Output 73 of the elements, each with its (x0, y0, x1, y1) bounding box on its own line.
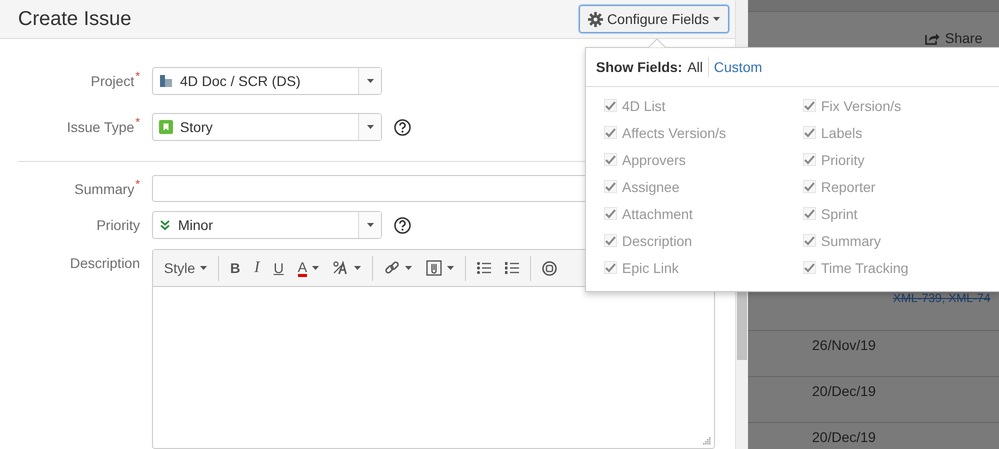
select-field[interactable]: Minor (152, 211, 382, 239)
checkbox-label: Fix Version/s (821, 98, 902, 114)
story-icon (159, 120, 173, 134)
caret-icon (366, 125, 374, 129)
checkbox-label: Labels (821, 124, 862, 140)
caret-icon (366, 223, 374, 227)
checkbox[interactable] (604, 126, 617, 139)
checkbox[interactable] (604, 153, 617, 166)
field-label: Project (90, 73, 134, 89)
option-link[interactable]: Custom (714, 59, 762, 75)
checkbox-label: Affects Version/s (622, 124, 726, 140)
share-icon (925, 32, 940, 44)
checkbox-label: Time Tracking (821, 260, 908, 276)
field-label: Summary (74, 180, 134, 196)
select-value: Story (180, 119, 213, 135)
checkbox[interactable] (604, 180, 617, 193)
select-value: Minor (178, 217, 214, 233)
caret-icon (366, 79, 374, 83)
share-button[interactable]: Share (925, 30, 982, 46)
table-cell: 20/Dec/19 (812, 429, 876, 445)
checkbox[interactable] (803, 126, 816, 139)
field-label: Description (70, 255, 140, 271)
checkbox[interactable] (604, 207, 617, 220)
style-dropdown[interactable]: Style (157, 254, 214, 282)
select-value: 4D Doc / SCR (DS) (180, 73, 301, 89)
required-mark: * (135, 115, 140, 129)
clear-format-icon (333, 261, 350, 275)
checkbox-label: Description (622, 232, 692, 248)
checkbox-label: Attachment (622, 206, 693, 222)
resize-grip-icon[interactable] (703, 437, 711, 445)
checkbox[interactable] (803, 180, 816, 193)
italic-button[interactable]: I (247, 254, 267, 282)
caret-icon (713, 17, 720, 21)
bold-button[interactable]: B (223, 254, 248, 282)
checkbox-label: Summary (821, 232, 881, 248)
underline-button[interactable]: U (266, 254, 291, 282)
checkbox-label: Assignee (622, 178, 680, 194)
checkbox[interactable] (803, 234, 816, 247)
table-cell: 26/Nov/19 (812, 337, 876, 353)
double-chevron-down-icon (159, 219, 171, 231)
project-icon (159, 74, 173, 88)
table-cell: 20/Dec/19 (812, 383, 876, 399)
help-icon[interactable] (394, 118, 411, 136)
checkbox[interactable] (803, 207, 816, 220)
help-icon[interactable] (394, 216, 411, 234)
select-field[interactable]: 4D Doc / SCR (DS) (152, 67, 382, 95)
checkbox-label: Sprint (821, 206, 858, 222)
checkbox-label: Epic Link (622, 260, 679, 276)
checkbox-label: Approvers (622, 152, 686, 168)
required-mark: * (135, 176, 140, 190)
configure-fields-button[interactable]: Configure Fields (579, 5, 729, 33)
checkbox[interactable] (803, 99, 816, 112)
dialog-title: Create Issue (18, 8, 132, 30)
required-mark: * (135, 69, 140, 83)
numbered-list-icon (505, 262, 520, 274)
text-color-button[interactable]: A (290, 254, 326, 282)
field-label: Issue Type (66, 119, 134, 135)
checkbox[interactable] (604, 234, 617, 247)
bullet-list-icon (477, 262, 492, 274)
checkbox-label: Reporter (821, 178, 876, 194)
field-label: Priority (96, 217, 140, 233)
checkbox[interactable] (803, 261, 816, 274)
checkbox-label: Priority (821, 152, 865, 168)
attachment-icon (426, 260, 442, 276)
link-icon (384, 260, 400, 276)
select-field[interactable]: Story (152, 113, 382, 141)
checkbox[interactable] (604, 99, 617, 112)
gear-icon (588, 12, 604, 26)
checkbox[interactable] (604, 261, 617, 274)
option-text[interactable]: All (687, 59, 703, 75)
checkbox-label: 4D List (622, 98, 666, 114)
checkbox[interactable] (803, 153, 816, 166)
show-fields-label: Show Fields: (596, 59, 682, 75)
